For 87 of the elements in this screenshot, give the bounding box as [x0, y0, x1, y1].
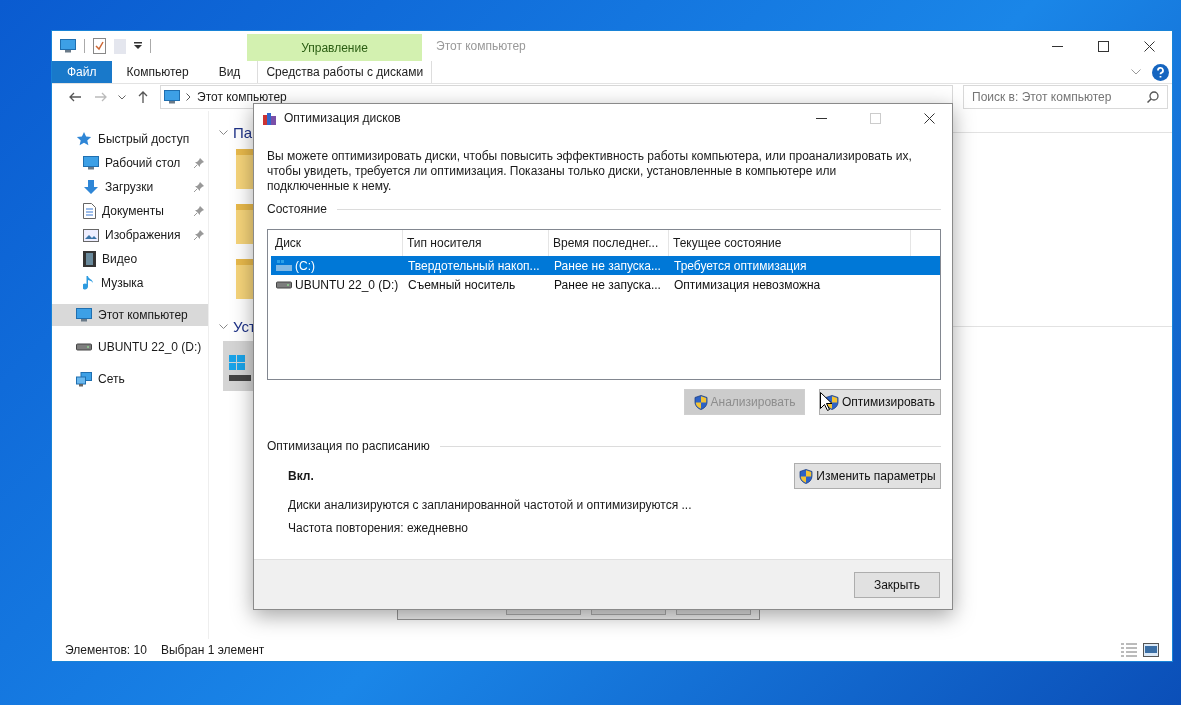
table-cell: (C:) [295, 258, 315, 273]
status-text: Элементов: 10 [65, 643, 147, 657]
schedule-state: Вкл. [288, 469, 315, 483]
action-button[interactable]: Оптимизировать [819, 389, 941, 415]
pin-icon[interactable] [194, 230, 204, 240]
table-cell: Твердотельный накоп... [408, 258, 540, 273]
properties-icon[interactable] [93, 38, 106, 54]
status-text: Выбран 1 элемент [160, 643, 265, 657]
ribbon-tab[interactable]: Вид [203, 61, 256, 83]
window-title: Этот компьютер [436, 39, 527, 53]
shield-icon [799, 468, 814, 484]
document-icon [83, 203, 96, 219]
folder-icon [236, 204, 256, 244]
folder-icon [236, 149, 256, 189]
minimize-icon [1051, 45, 1063, 47]
maximize-icon [1097, 40, 1109, 52]
nav-item[interactable]: Быстрый доступ [52, 128, 208, 150]
table-cell: Требуется оптимизация [674, 258, 807, 273]
chevron-down-icon [1131, 69, 1141, 75]
minimize-icon [815, 117, 827, 119]
defrag-app-icon [263, 111, 276, 125]
drive-icon [276, 280, 292, 289]
drive-tile-icon[interactable] [223, 341, 255, 391]
details-view-icon[interactable] [1121, 643, 1137, 657]
system-drive-icon [276, 259, 292, 272]
nav-item[interactable]: Музыка [52, 272, 208, 294]
up-arrow-icon [138, 91, 148, 103]
ribbon-tab[interactable]: Компьютер [111, 61, 204, 83]
description-text: Вы можете оптимизировать диски, чтобы повысить эффективность работы компьютера, или проанализировать их, чтобы увидеть, требуется ли оптимизация. Показаны только диски, установленные в компьютере или подключенные к нему. [267, 149, 913, 194]
section-header[interactable]: Па [233, 123, 253, 141]
large-icons-view-icon[interactable] [1143, 643, 1159, 657]
nav-item[interactable]: Рабочий стол [52, 152, 208, 174]
nav-item[interactable]: Сеть [52, 368, 208, 390]
frequency-text: Частота повторения: ежедневно [288, 521, 469, 535]
drive-row[interactable]: (C:) Твердотельный накоп... Ранее не запуска... Требуется оптимизация [271, 256, 940, 275]
nav-item[interactable]: UBUNTU 22_0 (D:) [52, 336, 208, 358]
chevron-down-icon [219, 323, 228, 329]
nav-item[interactable]: Этот компьютер [52, 304, 208, 326]
drive-row[interactable]: UBUNTU 22_0 (D:) Съемный носитель Ранее не запуска... Оптимизация невозможна [271, 275, 940, 294]
network-icon [76, 371, 92, 387]
table-cell: Съемный носитель [408, 277, 516, 292]
group-heading: Оптимизация по расписанию [267, 439, 430, 453]
mouse-pointer-icon [820, 392, 832, 411]
ribbon-tab[interactable]: Средства работы с дисками [257, 61, 433, 83]
schedule-description: Диски анализируются с запланированной частотой и оптимизируются ... [288, 498, 693, 512]
nav-item[interactable]: Загрузки [52, 176, 208, 198]
down-arrow-icon [83, 179, 99, 195]
forward-arrow-icon [95, 92, 107, 102]
address-text: Этот компьютер [197, 90, 287, 104]
picture-icon [83, 228, 99, 242]
table-cell: Ранее не запуска... [554, 258, 661, 273]
drive-icon [76, 343, 92, 351]
help-icon [1151, 63, 1169, 81]
chevron-down-icon [219, 129, 228, 135]
close-icon [923, 112, 935, 124]
close-icon [1143, 40, 1155, 52]
folder-icon [236, 259, 256, 299]
search-field[interactable]: Поиск в: Этот компьютер [963, 85, 1168, 109]
pin-icon[interactable] [194, 158, 204, 168]
nav-item[interactable]: Документы [52, 200, 208, 222]
dropdown-icon[interactable] [134, 42, 142, 50]
table-cell: Оптимизация невозможна [674, 277, 821, 292]
group-heading: Состояние [267, 202, 327, 216]
ribbon-tab[interactable]: Файл [52, 61, 112, 83]
dialog-title: Оптимизация дисков [284, 111, 402, 125]
change-settings-button[interactable]: Изменить параметры [794, 463, 941, 489]
star-icon [76, 131, 92, 147]
shield-icon [693, 394, 708, 410]
maximize-icon [869, 112, 881, 124]
computer-icon [60, 39, 76, 53]
pin-icon[interactable] [194, 182, 204, 192]
close-dialog-button[interactable]: Закрыть [854, 571, 940, 598]
desktop-icon [83, 156, 99, 170]
chevron-right-icon [186, 93, 191, 101]
search-icon [1147, 91, 1159, 103]
nav-item[interactable]: Изображения [52, 224, 208, 246]
computer-icon [76, 308, 92, 322]
back-arrow-icon [69, 92, 81, 102]
chevron-down-icon [118, 94, 126, 100]
table-cell: Ранее не запуска... [554, 277, 661, 292]
computer-icon [164, 90, 180, 104]
table-cell: UBUNTU 22_0 (D:) [295, 277, 399, 292]
film-icon [83, 251, 96, 267]
pin-icon[interactable] [194, 206, 204, 216]
nav-item[interactable]: Видео [52, 248, 208, 270]
music-note-icon [83, 275, 95, 291]
context-tab-header: Управление [247, 34, 422, 61]
